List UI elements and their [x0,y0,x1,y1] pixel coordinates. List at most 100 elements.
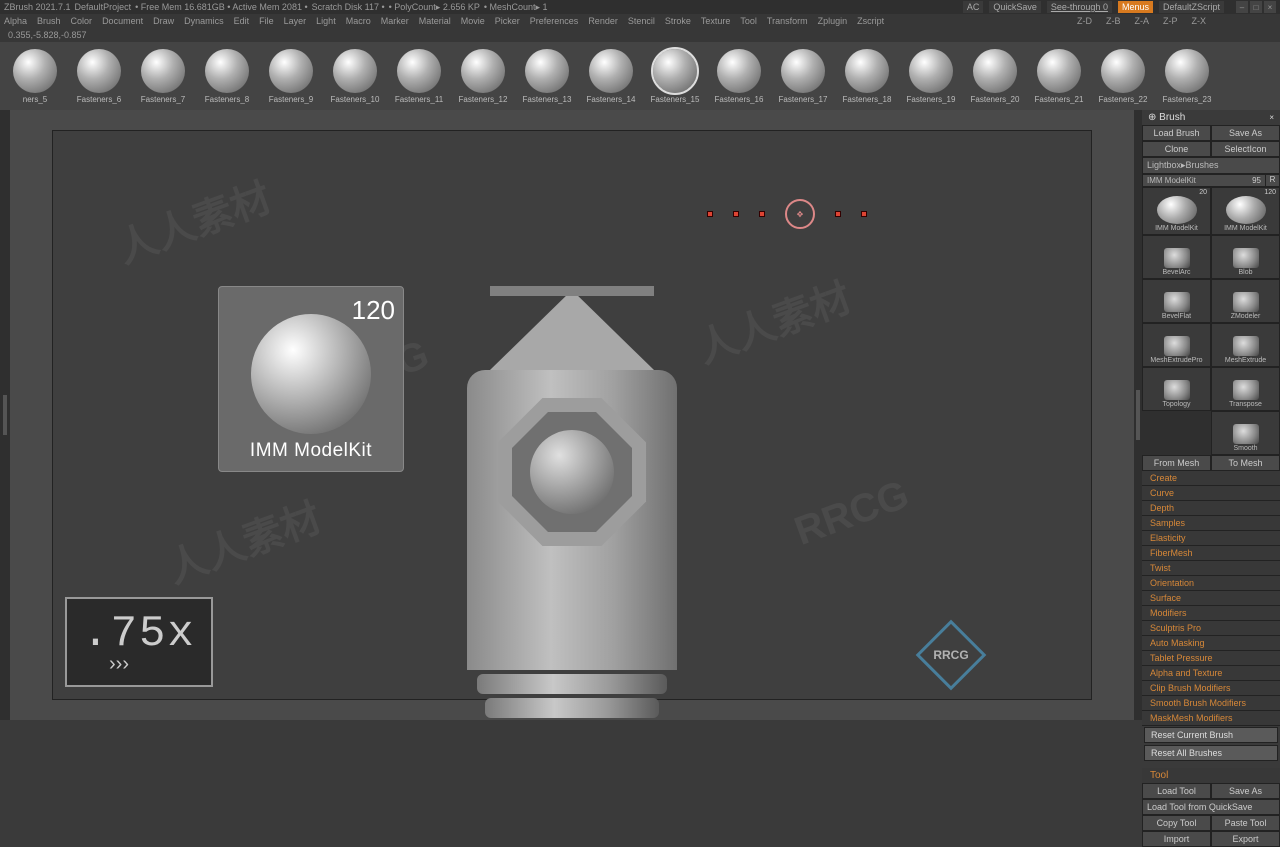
select-icon-button[interactable]: SelectIcon [1211,141,1280,157]
section-samples[interactable]: Samples [1142,516,1280,531]
left-tray-handle[interactable] [0,110,10,720]
menu-document[interactable]: Document [102,16,143,26]
menu-sub-zb[interactable]: Z-B [1106,16,1121,26]
import-button[interactable]: Import [1142,831,1211,847]
viewport[interactable]: 人人素材 RRCG 人人素材 人人素材 RRCG ✥ 120 [10,110,1134,720]
brush-smooth[interactable]: Smooth [1211,411,1280,455]
current-brush-thumb[interactable]: 20 IMM ModelKit [1142,187,1211,235]
tray-item-5[interactable]: ners_5 [6,49,64,104]
zscript-label[interactable]: DefaultZScript [1159,1,1224,13]
tray-item-8[interactable]: Fasteners_8 [198,49,256,104]
section-curve[interactable]: Curve [1142,486,1280,501]
tray-item-10[interactable]: Fasteners_10 [326,49,384,104]
menu-tool[interactable]: Tool [740,16,757,26]
section-alphatexture[interactable]: Alpha and Texture [1142,666,1280,681]
tray-item-7[interactable]: Fasteners_7 [134,49,192,104]
seethrough-slider[interactable]: See-through 0 [1047,1,1112,13]
tray-item-12[interactable]: Fasteners_12 [454,49,512,104]
section-smoothmodifiers[interactable]: Smooth Brush Modifiers [1142,696,1280,711]
canvas[interactable]: 人人素材 RRCG 人人素材 人人素材 RRCG ✥ 120 [52,130,1092,700]
to-mesh-button[interactable]: To Mesh [1211,455,1280,471]
menus-toggle[interactable]: Menus [1118,1,1153,13]
ac-button[interactable]: AC [963,1,984,13]
tray-item-20[interactable]: Fasteners_20 [966,49,1024,104]
section-elasticity[interactable]: Elasticity [1142,531,1280,546]
brush-zmodeler[interactable]: ZModeler [1211,279,1280,323]
section-tabletpressure[interactable]: Tablet Pressure [1142,651,1280,666]
tray-item-14[interactable]: Fasteners_14 [582,49,640,104]
menu-color[interactable]: Color [71,16,93,26]
menu-edit[interactable]: Edit [234,16,250,26]
pin-icon[interactable]: ⊕ [1148,112,1156,123]
copy-tool-button[interactable]: Copy Tool [1142,815,1211,831]
from-mesh-button[interactable]: From Mesh [1142,455,1211,471]
brush-meshextrudepro[interactable]: MeshExtrudePro [1142,323,1211,367]
tray-item-18[interactable]: Fasteners_18 [838,49,896,104]
secondary-brush-thumb[interactable]: 120 IMM ModelKit [1211,187,1280,235]
menu-layer[interactable]: Layer [284,16,307,26]
panel-close-icon[interactable]: × [1269,113,1274,122]
menu-sub-zd[interactable]: Z-D [1077,16,1092,26]
menu-zplugin[interactable]: Zplugin [818,16,848,26]
section-orientation[interactable]: Orientation [1142,576,1280,591]
menu-file[interactable]: File [259,16,274,26]
menu-brush[interactable]: Brush [37,16,61,26]
menu-sub-za[interactable]: Z-A [1135,16,1150,26]
minimize-icon[interactable]: – [1236,1,1248,13]
brush-bevelflat[interactable]: BevelFlat [1142,279,1211,323]
clone-button[interactable]: Clone [1142,141,1211,157]
brush-tray[interactable]: ners_5 Fasteners_6 Fasteners_7 Fasteners… [0,42,1280,110]
menu-alpha[interactable]: Alpha [4,16,27,26]
brush-blob[interactable]: Blob [1211,235,1280,279]
menu-dynamics[interactable]: Dynamics [184,16,224,26]
close-icon[interactable]: × [1264,1,1276,13]
tray-item-13[interactable]: Fasteners_13 [518,49,576,104]
menu-sub-zp[interactable]: Z-P [1163,16,1178,26]
section-maskmesh[interactable]: MaskMesh Modifiers [1142,711,1280,726]
brush-bevelarc[interactable]: BevelArc [1142,235,1211,279]
brush-meshextrude[interactable]: MeshExtrude [1211,323,1280,367]
menu-zscript[interactable]: Zscript [857,16,884,26]
section-twist[interactable]: Twist [1142,561,1280,576]
tray-item-17[interactable]: Fasteners_17 [774,49,832,104]
tool-header[interactable]: Tool [1142,768,1280,783]
tray-item-23[interactable]: Fasteners_23 [1158,49,1216,104]
section-fibermesh[interactable]: FiberMesh [1142,546,1280,561]
brush-topology[interactable]: Topology [1142,367,1211,411]
brush-transpose[interactable]: Transpose [1211,367,1280,411]
menu-stroke[interactable]: Stroke [665,16,691,26]
menu-picker[interactable]: Picker [495,16,520,26]
reset-current-button[interactable]: Reset Current Brush [1144,727,1278,743]
section-depth[interactable]: Depth [1142,501,1280,516]
tray-item-6[interactable]: Fasteners_6 [70,49,128,104]
export-button[interactable]: Export [1211,831,1280,847]
menu-transform[interactable]: Transform [767,16,808,26]
section-surface[interactable]: Surface [1142,591,1280,606]
paste-tool-button[interactable]: Paste Tool [1211,815,1280,831]
tool-saveas-button[interactable]: Save As [1211,783,1280,799]
gizmo-center-icon[interactable]: ✥ [785,199,815,229]
menu-sub-zx[interactable]: Z-X [1192,16,1207,26]
tray-item-16[interactable]: Fasteners_16 [710,49,768,104]
right-tray-handle[interactable] [1134,110,1142,720]
section-clipmodifiers[interactable]: Clip Brush Modifiers [1142,681,1280,696]
menu-material[interactable]: Material [419,16,451,26]
section-modifiers[interactable]: Modifiers [1142,606,1280,621]
menu-movie[interactable]: Movie [461,16,485,26]
tray-item-11[interactable]: Fasteners_11 [390,49,448,104]
lightbox-brushes-button[interactable]: Lightbox▸Brushes [1142,157,1280,174]
tray-item-15[interactable]: Fasteners_15 [646,49,704,104]
menu-macro[interactable]: Macro [346,16,371,26]
menu-texture[interactable]: Texture [701,16,731,26]
load-tool-button[interactable]: Load Tool [1142,783,1211,799]
quicksave-button[interactable]: QuickSave [989,1,1041,13]
section-automasking[interactable]: Auto Masking [1142,636,1280,651]
load-brush-button[interactable]: Load Brush [1142,125,1211,141]
tray-item-22[interactable]: Fasteners_22 [1094,49,1152,104]
menu-stencil[interactable]: Stencil [628,16,655,26]
menu-render[interactable]: Render [588,16,618,26]
tray-item-21[interactable]: Fasteners_21 [1030,49,1088,104]
tray-item-9[interactable]: Fasteners_9 [262,49,320,104]
menu-preferences[interactable]: Preferences [530,16,579,26]
menu-draw[interactable]: Draw [153,16,174,26]
